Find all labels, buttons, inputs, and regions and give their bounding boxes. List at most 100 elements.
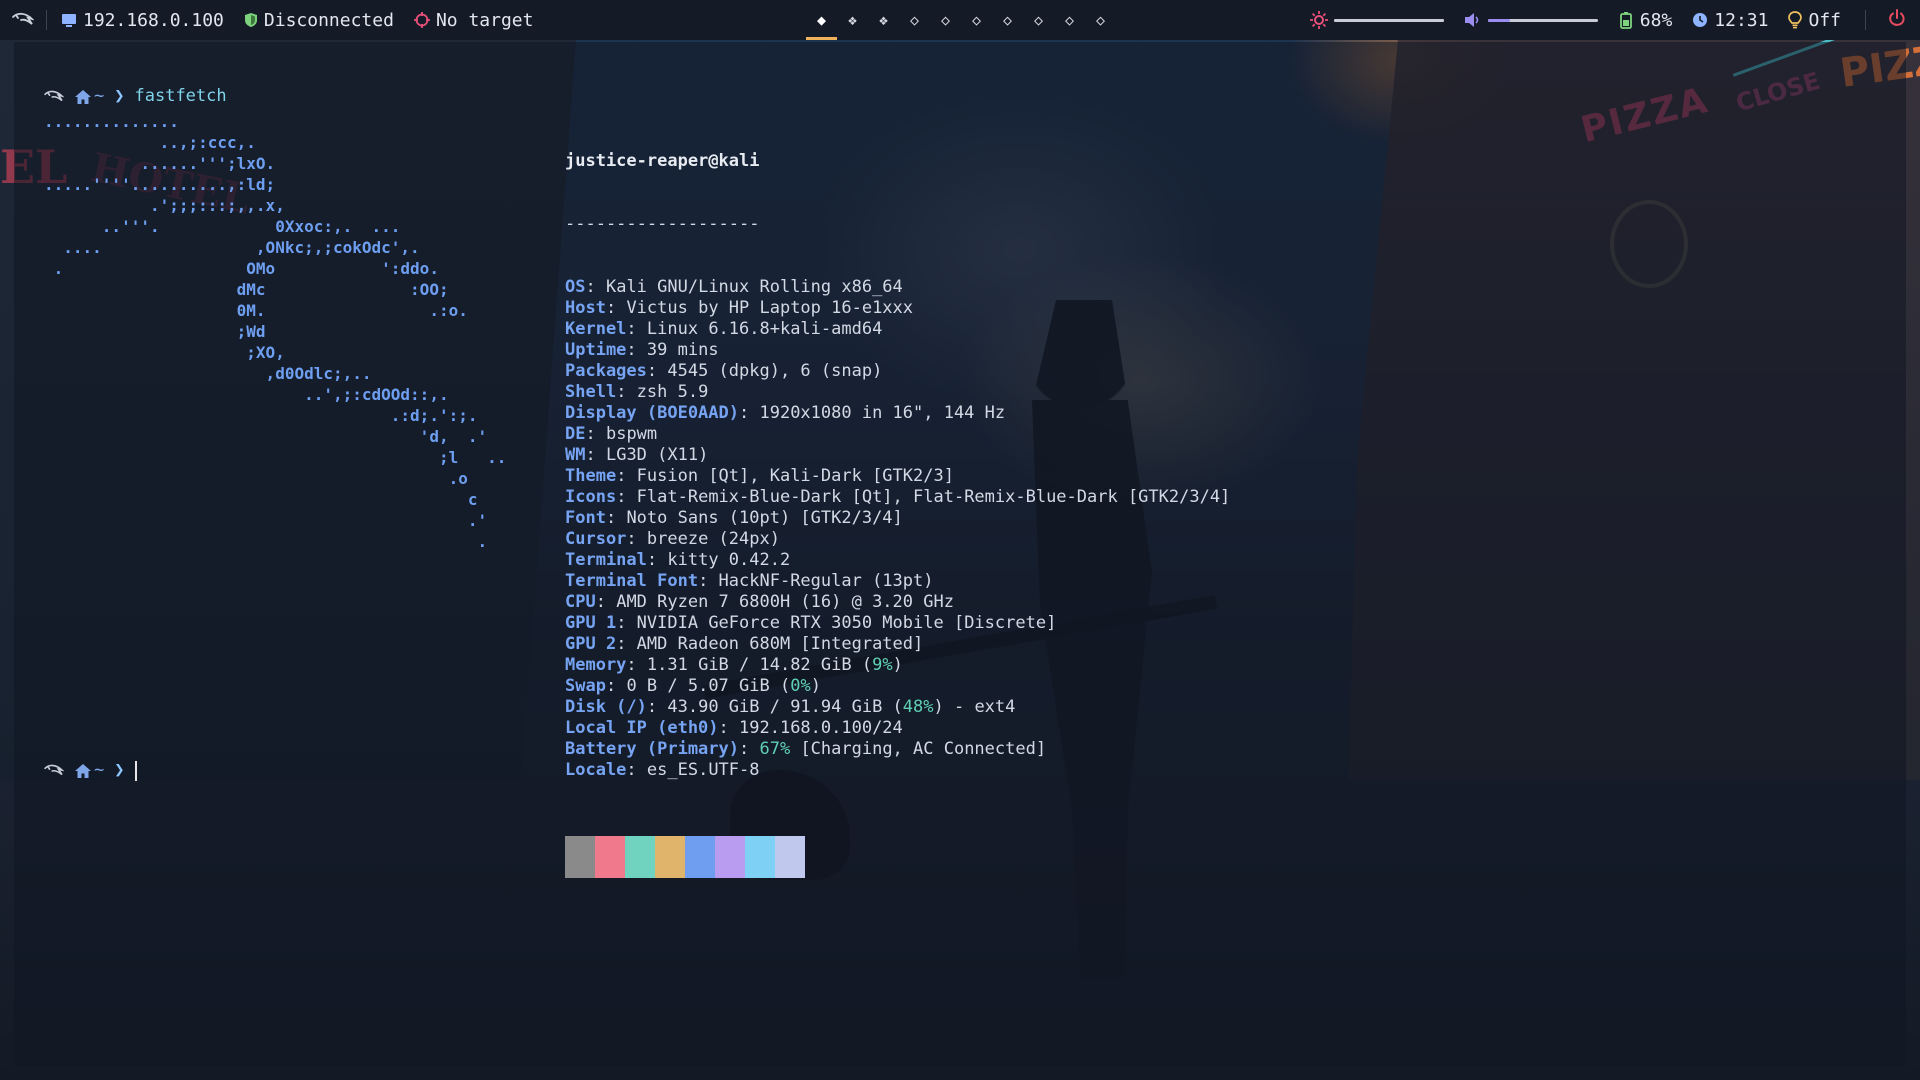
workspace-3[interactable]: ❖ xyxy=(868,0,899,40)
volume-fill xyxy=(1487,18,1510,22)
info-value: breeze (24px) xyxy=(646,529,780,549)
info-value: es_ES.UTF-8 xyxy=(646,760,760,780)
info-value: 1.31 GiB / 14.82 GiB ( xyxy=(646,655,873,675)
info-key: Terminal Font xyxy=(565,571,699,591)
ascii-line: .... ,ONkc;,;cokOdc',. xyxy=(44,238,420,257)
ascii-line: ......''';lxO. xyxy=(44,154,276,173)
kali-dragon-icon xyxy=(12,12,34,25)
shield-icon xyxy=(244,13,257,27)
info-key: OS xyxy=(565,277,586,297)
ascii-line: 0M. .:o. xyxy=(44,301,468,320)
info-key: Host xyxy=(565,298,606,318)
monitor-icon xyxy=(62,14,76,27)
info-row: WM: LG3D (X11) xyxy=(565,445,709,465)
clock-icon xyxy=(1693,13,1708,27)
divider xyxy=(1865,10,1866,30)
power-icon xyxy=(1889,8,1905,26)
volume-icon xyxy=(1464,13,1479,27)
info-value: bspwm xyxy=(605,424,658,444)
light-status: Off xyxy=(1808,9,1841,31)
cwd-tilde: ~ xyxy=(94,86,105,106)
info-row: Uptime: 39 mins xyxy=(565,340,719,360)
light-toggle[interactable]: Off xyxy=(1788,10,1841,31)
info-suffix: [Charging, AC Connected] xyxy=(790,739,1047,759)
shell-prompt: ~ ❯ fastfetch xyxy=(44,86,227,107)
cwd-tilde: ~ xyxy=(94,760,105,780)
info-percent: 0% xyxy=(790,676,811,696)
info-value: NVIDIA GeForce RTX 3050 Mobile [Discrete… xyxy=(636,613,1057,633)
power-button[interactable] xyxy=(1888,8,1906,32)
ascii-line: .............. xyxy=(44,112,179,131)
clock-time: 12:31 xyxy=(1714,9,1769,31)
workspace-2[interactable]: ❖ xyxy=(837,0,868,40)
battery-charging-icon xyxy=(1619,12,1632,29)
info-row: OS: Kali GNU/Linux Rolling x86_64 xyxy=(565,277,903,297)
ip-widget[interactable]: 192.168.0.100 xyxy=(61,10,224,31)
info-percent: 48% xyxy=(902,697,934,717)
prompt-arrow: ❯ xyxy=(114,86,125,106)
palette-swatch xyxy=(715,836,745,878)
home-icon xyxy=(75,763,91,778)
typed-command: fastfetch xyxy=(134,86,227,106)
kali-menu-button[interactable] xyxy=(12,11,34,29)
workspace-8[interactable]: ◇ xyxy=(1023,0,1054,40)
info-value: HackNF-Regular (13pt) xyxy=(718,571,934,591)
workspace-5[interactable]: ◇ xyxy=(930,0,961,40)
info-key: Kernel xyxy=(565,319,627,339)
separator-line: ------------------- xyxy=(565,214,760,234)
ascii-line: .';;;:::;,,.x, xyxy=(44,196,285,215)
brightness-slider[interactable] xyxy=(1333,18,1444,22)
ascii-line: ..,;:ccc,. xyxy=(44,133,256,152)
info-row: Battery (Primary): 67% [Charging, AC Con… xyxy=(565,739,1047,759)
workspace-4[interactable]: ◇ xyxy=(899,0,930,40)
ascii-line: .' xyxy=(44,511,488,530)
clock-widget[interactable]: 12:31 xyxy=(1692,10,1768,31)
top-bar-right: 68% 12:31 Off xyxy=(1309,0,1920,40)
palette-swatch xyxy=(775,836,805,878)
workspace-7[interactable]: ◇ xyxy=(992,0,1023,40)
info-key: Local IP (eth0) xyxy=(565,718,719,738)
info-row: Cursor: breeze (24px) xyxy=(565,529,780,549)
target-status: No target xyxy=(435,9,534,31)
text-cursor[interactable] xyxy=(134,760,137,781)
battery-widget[interactable]: 68% xyxy=(1618,9,1673,31)
vpn-status: Disconnected xyxy=(263,9,394,31)
info-rows: OS: Kali GNU/Linux Rolling x86_64 Host: V… xyxy=(565,277,1230,781)
target-widget[interactable]: No target xyxy=(413,9,534,31)
ascii-line: ;Wd xyxy=(44,322,266,341)
info-value: AMD Ryzen 7 6800H (16) @ 3.20 GHz xyxy=(616,592,954,612)
info-row: Packages: 4545 (dpkg), 6 (snap) xyxy=(565,361,883,381)
info-row: Host: Victus by HP Laptop 16-e1xxx xyxy=(565,298,914,318)
home-icon xyxy=(75,89,91,104)
info-row: Swap: 0 B / 5.07 GiB (0%) xyxy=(565,676,821,696)
info-key: WM xyxy=(565,445,586,465)
info-row: Icons: Flat-Remix-Blue-Dark [Qt], Flat-R… xyxy=(565,487,1231,507)
info-row: CPU: AMD Ryzen 7 6800H (16) @ 3.20 GHz xyxy=(565,592,954,612)
info-row: Disk (/): 43.90 GiB / 91.94 GiB (48%) - … xyxy=(565,697,1016,717)
info-value: 4545 (dpkg), 6 (snap) xyxy=(667,361,883,381)
info-row: Display (BOE0AAD): 1920x1080 in 16", 144… xyxy=(565,403,1006,423)
info-key: Font xyxy=(565,508,606,528)
volume-slider[interactable] xyxy=(1487,18,1598,22)
info-key: Swap xyxy=(565,676,606,696)
info-key: Locale xyxy=(565,760,627,780)
top-bar-left: 192.168.0.100 Disconnected No target xyxy=(0,10,553,31)
workspace-10[interactable]: ◇ xyxy=(1085,0,1116,40)
crosshair-icon xyxy=(413,12,430,28)
info-row: DE: bspwm xyxy=(565,424,658,444)
workspace-9[interactable]: ◇ xyxy=(1054,0,1085,40)
info-value: Kali GNU/Linux Rolling x86_64 xyxy=(605,277,903,297)
ascii-line: .:d;.':;. xyxy=(44,406,478,425)
battery-percent: 68% xyxy=(1639,9,1673,31)
workspace-6[interactable]: ◇ xyxy=(961,0,992,40)
info-row: Theme: Fusion [Qt], Kali-Dark [GTK2/3] xyxy=(565,466,954,486)
palette-swatch xyxy=(565,836,595,878)
info-value: 39 mins xyxy=(646,340,719,360)
palette-swatch xyxy=(625,836,655,878)
workspace-1[interactable]: ◆ xyxy=(806,0,837,40)
vpn-widget[interactable]: Disconnected xyxy=(244,10,394,31)
palette-swatch xyxy=(685,836,715,878)
ascii-line: ..',;:cdOOd::,. xyxy=(44,385,449,404)
info-key: CPU xyxy=(565,592,596,612)
info-row: Memory: 1.31 GiB / 14.82 GiB (9%) xyxy=(565,655,903,675)
